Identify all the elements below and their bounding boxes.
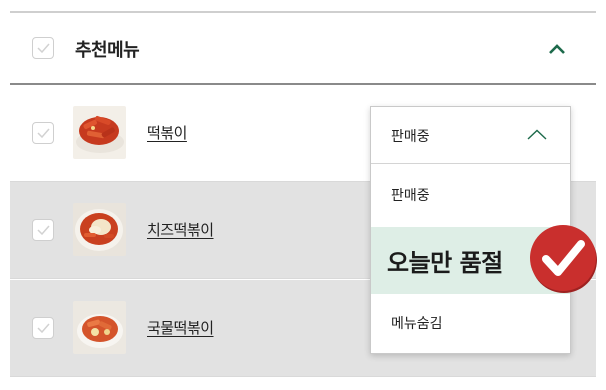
- check-icon: [37, 323, 50, 333]
- menu-item-name[interactable]: 떡볶이: [147, 122, 187, 143]
- checkmark-icon: [529, 224, 599, 294]
- dropdown-selected-value[interactable]: 판매중: [371, 107, 570, 164]
- menu-thumbnail: [73, 301, 126, 354]
- menu-item-name[interactable]: 국물떡볶이: [147, 317, 214, 338]
- menu-thumbnail: [73, 203, 126, 256]
- section-header: 추천메뉴: [10, 13, 596, 85]
- section-title: 추천메뉴: [75, 40, 140, 61]
- menu-thumbnail: [73, 106, 126, 159]
- check-icon: [37, 43, 50, 53]
- check-icon: [37, 128, 50, 138]
- dropdown-selected-label: 판매중: [391, 129, 430, 145]
- chevron-up-icon: [549, 44, 565, 54]
- dropdown-option-on-sale[interactable]: 판매중: [371, 165, 570, 227]
- row-checkbox[interactable]: [32, 122, 54, 144]
- row-checkbox[interactable]: [32, 219, 54, 241]
- section-checkbox[interactable]: [32, 37, 54, 59]
- menu-item-name[interactable]: 치즈떡볶이: [147, 219, 214, 240]
- dropdown-option-hide-menu[interactable]: 메뉴숨김: [371, 294, 570, 354]
- check-icon: [37, 225, 50, 235]
- chevron-up-icon: [527, 129, 547, 140]
- collapse-section-button[interactable]: [542, 35, 572, 65]
- row-checkbox[interactable]: [32, 317, 54, 339]
